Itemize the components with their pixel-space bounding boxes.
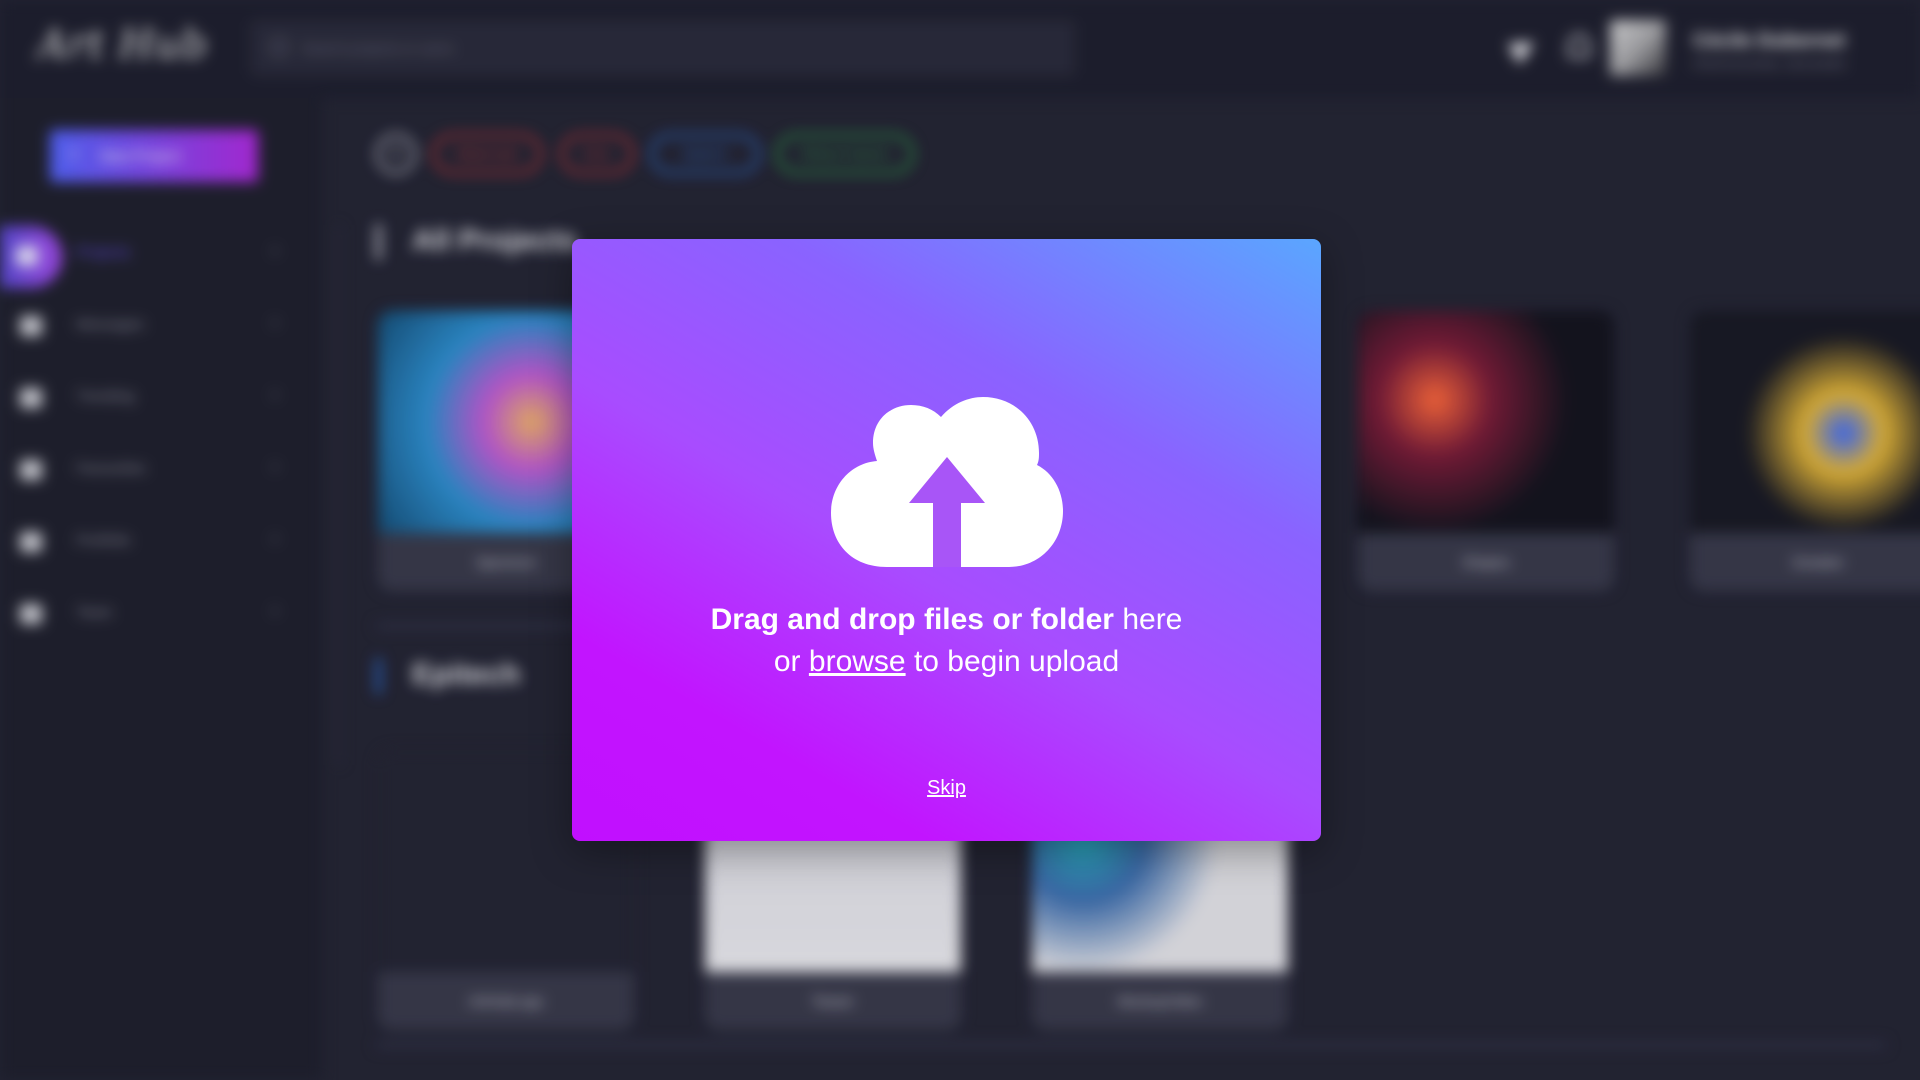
skip-link[interactable]: Skip <box>572 777 1321 800</box>
cloud-upload-icon <box>831 397 1063 567</box>
browse-link[interactable]: browse <box>809 645 906 678</box>
drop-bold-text: Drag and drop files or folder <box>710 603 1114 636</box>
drop-line-2: or browse to begin upload <box>572 641 1321 683</box>
upload-modal[interactable]: Drag and drop files or folder here or br… <box>572 239 1321 841</box>
drop-text-prefix: or <box>773 645 809 678</box>
drop-instructions: Drag and drop files or folder here or br… <box>572 599 1321 683</box>
drop-text-suffix: here <box>1113 603 1183 636</box>
drop-text-end: to begin upload <box>905 645 1120 678</box>
drop-line-1: Drag and drop files or folder here <box>572 599 1321 641</box>
